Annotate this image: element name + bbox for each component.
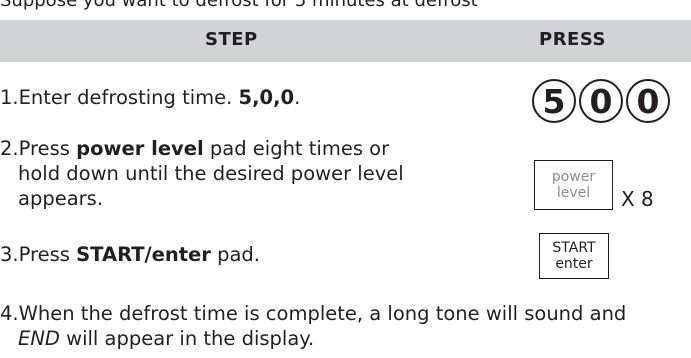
step-3: 3.Press START/enter pad. [0,243,261,266]
step-column-header: STEP [205,29,258,50]
step-2-line-2: hold down until the desired power level [18,162,404,185]
power-level-pad: power level [534,160,613,210]
step-1-bold: 5,0,0 [238,86,295,109]
intro-text: Suppose you want to defrost for 5 minute… [0,0,478,11]
step-4-line-2: END will appear in the display. [18,327,315,350]
press-column-header: PRESS [539,29,606,50]
step-2-line-3: appears. [18,187,104,210]
end-display-text: END [18,327,60,350]
start-enter-pad: START enter [539,233,609,279]
step-1: 1.Enter defrosting time. 5,0,0. [0,86,301,109]
digit-key-5: 5 [532,79,576,123]
step-2-bold: power level [76,137,204,160]
times-eight: X 8 [621,187,654,211]
step-2-line-1: 2.Press power level pad eight times or [0,137,390,160]
step-4-line-1: 4.When the defrost time is complete, a l… [0,302,627,325]
digit-key-0: 0 [579,79,623,123]
step-3-bold: START/enter [76,243,211,266]
digit-key-0-second: 0 [626,79,670,123]
